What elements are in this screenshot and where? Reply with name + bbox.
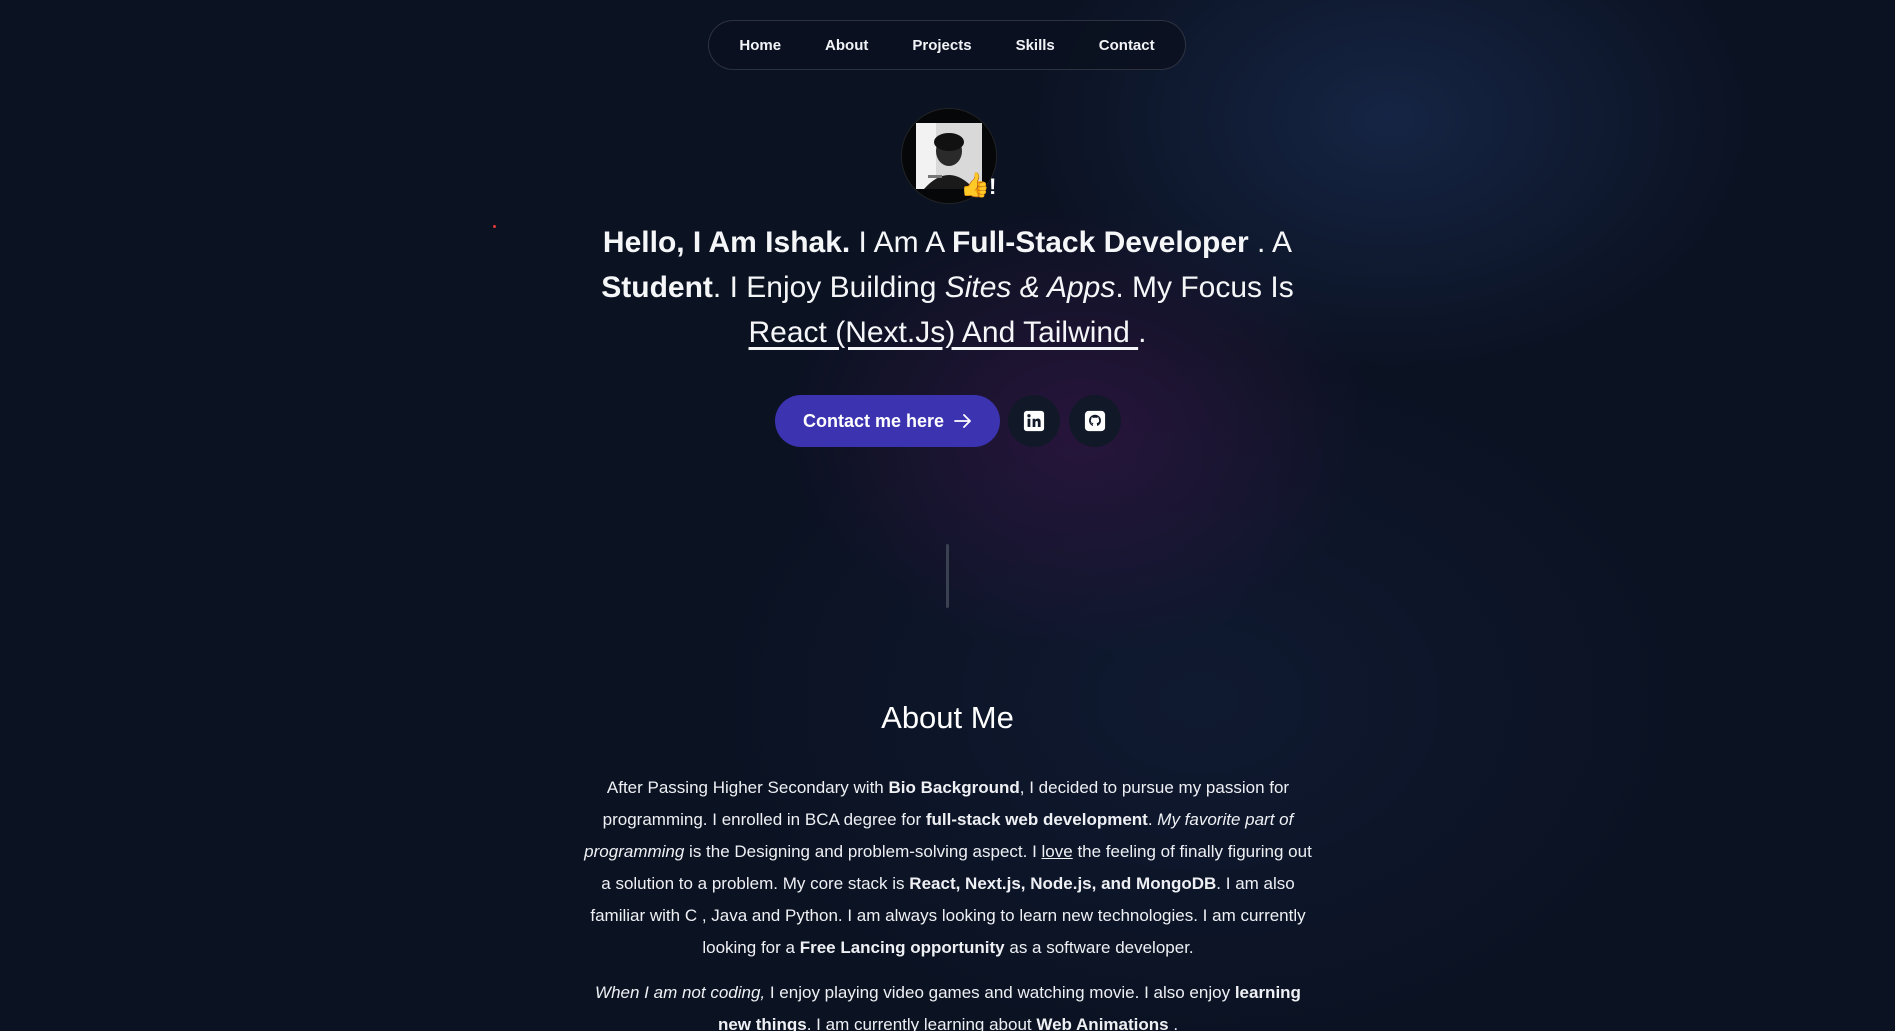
hero-text: I Am A	[850, 226, 952, 259]
nav-item-about[interactable]: About	[803, 37, 890, 54]
nav-item-projects[interactable]: Projects	[890, 37, 993, 54]
hero-role: Full-Stack Developer	[951, 226, 1249, 259]
linkedin-icon	[1023, 410, 1045, 432]
about-paragraph-2: When I am not coding, I enjoy playing vi…	[583, 977, 1313, 1031]
github-button[interactable]	[1069, 395, 1121, 447]
contact-me-button[interactable]: Contact me here	[775, 395, 1000, 447]
top-nav: Home About Projects Skills Contact	[708, 20, 1186, 70]
about-text: is the Designing and problem-solving asp…	[684, 842, 1042, 861]
nav-item-skills[interactable]: Skills	[994, 37, 1077, 54]
about-text: I enjoy playing video games and watching…	[765, 983, 1235, 1002]
about-text: .	[1168, 1015, 1179, 1031]
about-web-animations: Web Animations	[1036, 1015, 1169, 1031]
portfolio-page: Home About Projects Skills Contact 👍 ! H…	[0, 0, 1895, 1031]
about-title: About Me	[881, 700, 1014, 735]
thumbs-up-icon: 👍	[960, 172, 990, 199]
about-fullstack: full-stack web development	[925, 810, 1148, 829]
hero-text: . I Enjoy Building	[712, 271, 945, 304]
hero-text: .	[1138, 316, 1147, 349]
about-love: love	[1041, 842, 1073, 861]
nav-item-home[interactable]: Home	[717, 37, 803, 54]
about-paragraph-1: After Passing Higher Secondary with Bio …	[583, 772, 1313, 964]
about-text: After Passing Higher Secondary with	[606, 778, 889, 797]
cursor-dot	[493, 225, 496, 228]
section-divider	[946, 544, 949, 608]
hero-text: . My Focus Is	[1115, 271, 1294, 304]
hero-sites-apps: Sites & Apps	[944, 271, 1116, 304]
about-text: as a software developer.	[1004, 938, 1194, 957]
hero-heading: Hello, I Am Ishak. I Am A Full-Stack Dev…	[560, 220, 1335, 355]
arrow-right-icon	[954, 414, 971, 428]
about-freelance: Free Lancing opportunity	[799, 938, 1005, 957]
hero-focus: React (Next.Js) And Tailwind	[748, 316, 1139, 349]
wave-exclamation: !	[989, 174, 997, 199]
github-icon	[1084, 410, 1106, 432]
linkedin-button[interactable]	[1008, 395, 1060, 447]
about-bio: Bio Background	[888, 778, 1020, 797]
hero-student: Student	[601, 271, 713, 304]
about-text: .	[1147, 810, 1158, 829]
about-when: When I am not coding,	[595, 983, 766, 1002]
about-stack: React, Next.js, Node.js, and MongoDB	[909, 874, 1217, 893]
hero-greeting: Hello, I Am Ishak.	[602, 226, 851, 259]
about-text: . I am currently learning about	[806, 1015, 1037, 1031]
hero-text: . A	[1248, 226, 1293, 259]
contact-me-label: Contact me here	[802, 410, 945, 431]
nav-item-contact[interactable]: Contact	[1077, 37, 1177, 54]
